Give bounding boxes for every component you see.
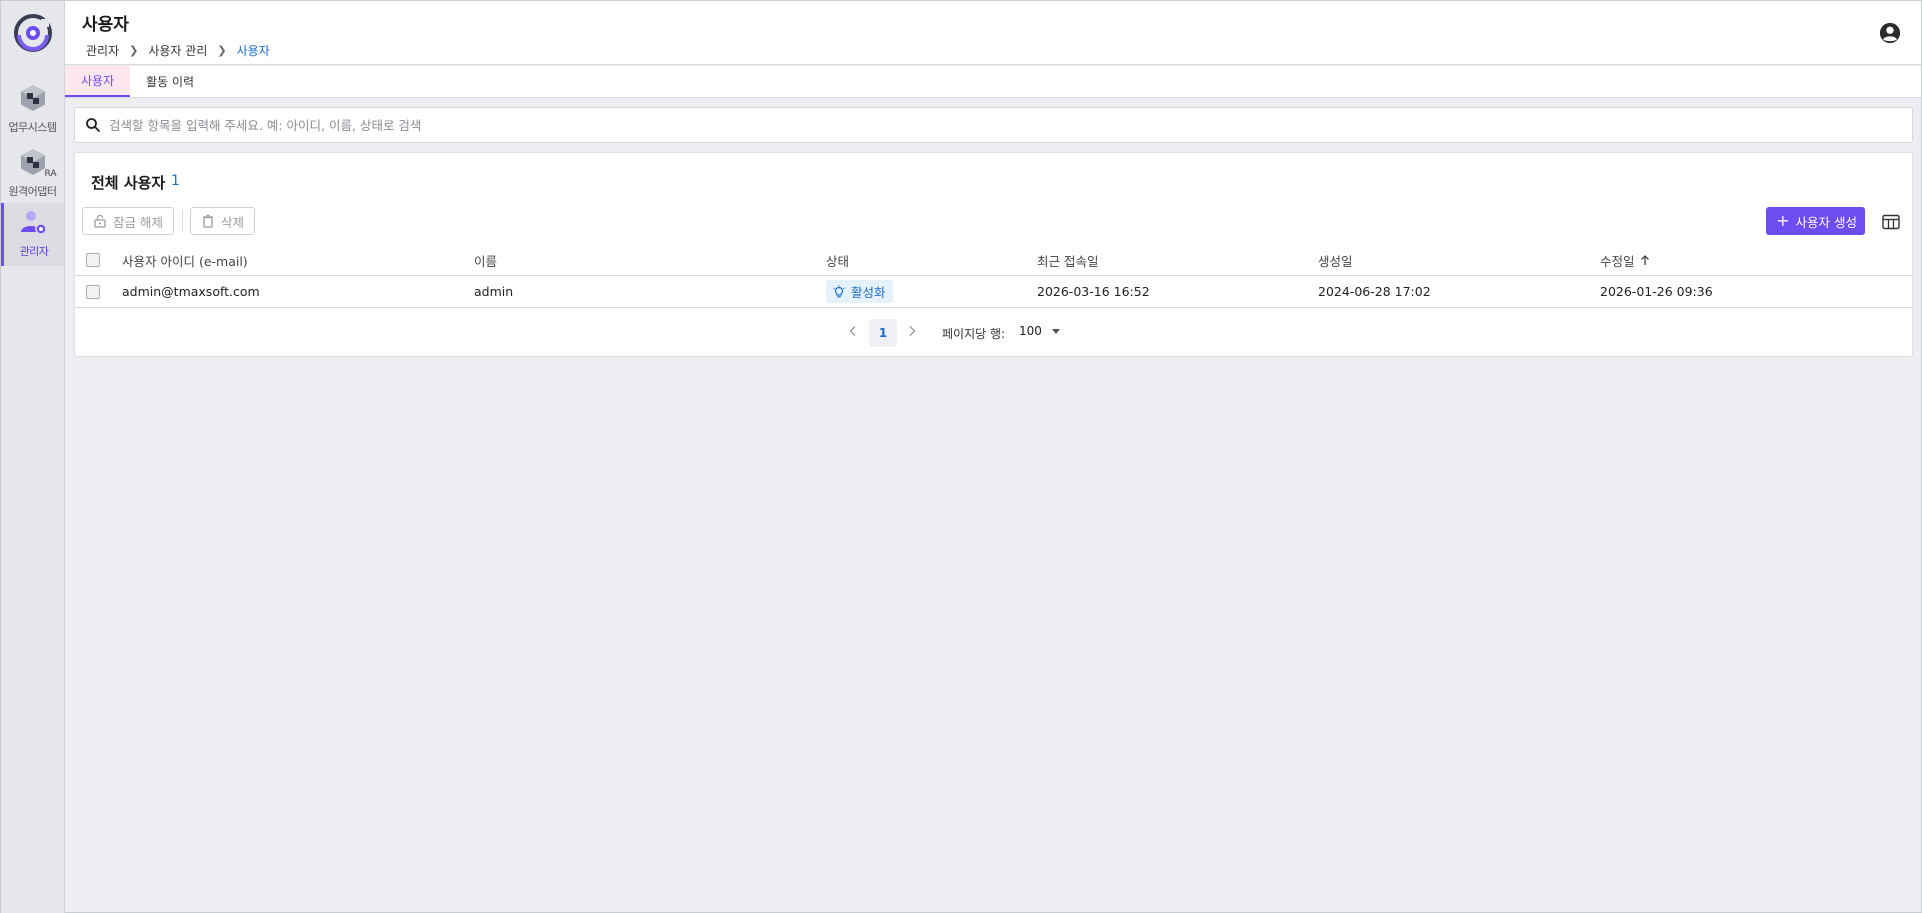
users-card: 전체 사용자 1 잠금 해제 삭제 + 사용자 생성 사용자 아이디 (e-ma…: [74, 152, 1913, 357]
column-header-modified[interactable]: 수정일: [1600, 245, 1650, 275]
tab-activity-history[interactable]: 활동 이력: [130, 66, 210, 97]
toolbar-divider: [182, 210, 183, 232]
sidebar-item-admin[interactable]: 관리자: [1, 203, 64, 266]
search-input[interactable]: [109, 117, 1889, 133]
card-title: 전체 사용자: [91, 174, 166, 192]
sidebar-item-business-system[interactable]: 업무시스템: [1, 79, 64, 141]
breadcrumb-item-admin[interactable]: 관리자: [86, 42, 119, 59]
sidebar-item-label: 업무시스템: [8, 121, 57, 134]
delete-button[interactable]: 삭제: [190, 207, 256, 235]
caret-down-icon: [1051, 328, 1060, 334]
cell-user-id: admin@tmaxsoft.com: [122, 284, 260, 299]
pagination: 1 페이지당 행: 100: [75, 319, 1912, 347]
nav-icon-wrapper: RA: [18, 147, 58, 179]
tab-bar: 사용자 활동 이력: [65, 66, 1921, 98]
rows-per-page-select[interactable]: 100: [1019, 324, 1060, 338]
status-label: 활성화: [851, 285, 886, 300]
search-icon: [86, 118, 101, 133]
page-button-current[interactable]: 1: [869, 319, 897, 347]
chevron-right-icon: ❯: [217, 44, 227, 57]
column-header-last-login[interactable]: 최근 접속일: [1037, 245, 1098, 275]
chevron-right-icon: ❯: [129, 44, 139, 57]
breadcrumb: 관리자 ❯ 사용자 관리 ❯ 사용자: [86, 42, 270, 59]
account-circle-icon[interactable]: [1879, 22, 1901, 44]
app-logo-icon[interactable]: [13, 13, 53, 53]
plus-icon: +: [1776, 211, 1790, 230]
table-header: 사용자 아이디 (e-mail) 이름 상태 최근 접속일 생성일 수정일: [75, 245, 1912, 276]
select-all-cell: [86, 245, 100, 275]
sidebar-item-label: 원격어댑터: [8, 185, 57, 198]
cell-status: 활성화: [826, 276, 893, 307]
sidebar-item-remote-adapter[interactable]: RA 원격어댑터: [1, 143, 64, 205]
rows-per-page-value: 100: [1019, 324, 1042, 338]
column-header-created[interactable]: 생성일: [1318, 245, 1353, 275]
sort-ascending-icon: [1640, 255, 1649, 265]
cell-modified: 2026-01-26 09:36: [1600, 284, 1713, 299]
delete-label: 삭제: [221, 214, 245, 230]
ra-badge: RA: [43, 169, 58, 179]
page-title: 사용자: [82, 15, 129, 35]
table-columns-icon[interactable]: [1882, 214, 1900, 230]
unlock-icon: [94, 214, 106, 228]
user-count: 1: [171, 173, 180, 189]
tab-users[interactable]: 사용자: [65, 66, 131, 97]
chevron-right-icon[interactable]: [905, 324, 919, 338]
search-bar: [74, 107, 1913, 143]
rows-per-page-label: 페이지당 행:: [942, 327, 1006, 341]
lightbulb-icon: [833, 284, 845, 297]
breadcrumb-item-current: 사용자: [236, 44, 270, 58]
column-header-id[interactable]: 사용자 아이디 (e-mail): [122, 245, 248, 275]
app-window: 업무시스템 RA 원격어댑터 관리자 사용자 관리자 ❯ 사용자 관리 ❯ 사용…: [0, 0, 1922, 913]
column-header-name[interactable]: 이름: [474, 245, 497, 275]
cell-user-name: admin: [474, 284, 514, 299]
cell-last-login: 2026-03-16 16:52: [1037, 284, 1150, 299]
status-badge: 활성화: [826, 280, 893, 303]
trash-icon: [203, 214, 213, 228]
create-user-button[interactable]: + 사용자 생성: [1766, 207, 1865, 235]
column-header-modified-label: 수정일: [1600, 253, 1635, 269]
unlock-label: 잠금 해제: [113, 214, 163, 230]
select-all-checkbox[interactable]: [86, 253, 100, 267]
row-select-cell: [86, 276, 100, 307]
table-row[interactable]: admin@tmaxsoft.com admin 활성화 2026-03-16 …: [75, 276, 1912, 308]
breadcrumb-item-user-management[interactable]: 사용자 관리: [148, 42, 207, 59]
unlock-button[interactable]: 잠금 해제: [82, 207, 174, 235]
column-header-status[interactable]: 상태: [826, 245, 849, 275]
cube-icon: [20, 85, 45, 111]
cell-created: 2024-06-28 17:02: [1318, 284, 1431, 299]
sidebar-item-label: 관리자: [19, 245, 49, 258]
chevron-left-icon[interactable]: [846, 324, 860, 338]
page-header: 사용자 관리자 ❯ 사용자 관리 ❯ 사용자: [65, 1, 1921, 65]
create-user-label: 사용자 생성: [1795, 214, 1857, 230]
row-checkbox[interactable]: [86, 284, 100, 299]
sidebar: 업무시스템 RA 원격어댑터 관리자: [1, 1, 65, 913]
admin-user-icon: [20, 211, 47, 235]
